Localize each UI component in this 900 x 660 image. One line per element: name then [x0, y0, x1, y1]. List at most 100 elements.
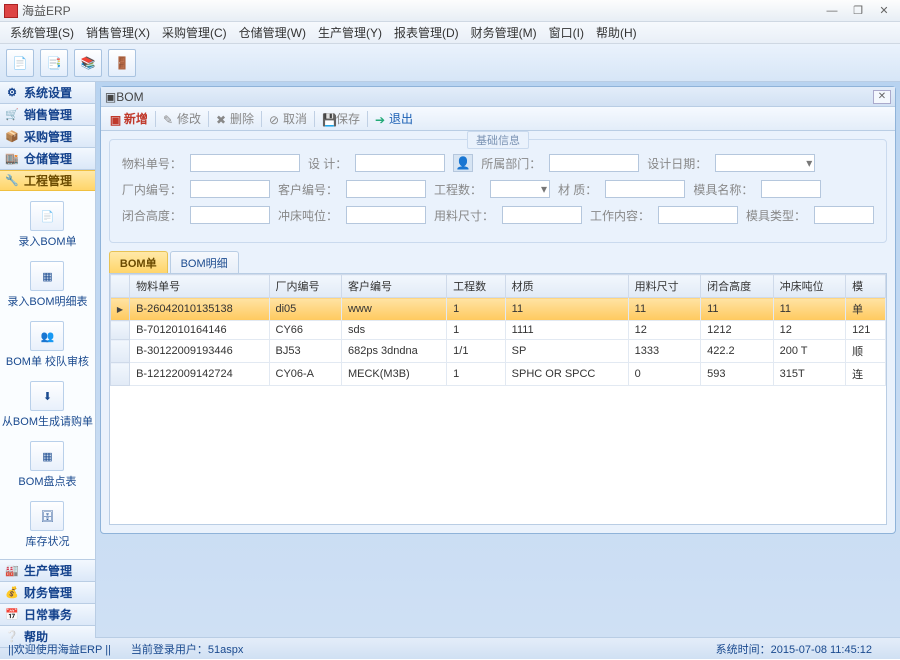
doc-icon: 📄	[13, 56, 28, 70]
input-dept[interactable]	[549, 154, 639, 172]
titlebar: 海益ERP — ❐ ✕	[0, 0, 900, 22]
input-material-no[interactable]	[190, 154, 300, 172]
sidebar-group-finance[interactable]: 💰财务管理	[0, 582, 95, 603]
input-mold-name[interactable]	[761, 180, 821, 198]
menu-window[interactable]: 窗口(I)	[543, 24, 590, 41]
status-user: 当前登录用户：51aspx	[131, 641, 243, 657]
nav-bom-to-pr[interactable]: ⬇从BOM生成请购单	[0, 375, 95, 435]
child-toolbar: ▣新增 ✎修改 ✖删除 ⊘取消 💾保存 ➔退出	[101, 107, 895, 131]
menu-purchase[interactable]: 采购管理(C)	[156, 24, 233, 41]
sidebar-group-warehouse[interactable]: 🏬仓储管理	[0, 148, 95, 169]
status-time: 系统时间：2015-07-08 11:45:12	[716, 641, 872, 657]
table-row[interactable]: B-26042010135138di05www111111111单	[110, 298, 885, 321]
app-icon	[4, 4, 18, 18]
grid-icon: ▦	[30, 261, 64, 291]
nav-stock-status[interactable]: 🗄库存状况	[0, 495, 95, 555]
main-toolbar: 📄 📑 📚 🚪	[0, 44, 900, 82]
input-close-height[interactable]	[190, 206, 270, 224]
toolbar-button-1[interactable]: 📄	[6, 49, 34, 77]
edit-icon: ✎	[163, 113, 175, 125]
person-picker-icon[interactable]: 👤	[453, 154, 473, 172]
btn-delete[interactable]: ✖删除	[213, 110, 257, 127]
menu-warehouse[interactable]: 仓储管理(W)	[233, 24, 312, 41]
menu-reports[interactable]: 报表管理(D)	[388, 24, 465, 41]
btn-new[interactable]: ▣新增	[107, 110, 151, 127]
grid-header[interactable]: 工程数	[447, 275, 505, 298]
arrow-down-icon: ⬇	[30, 381, 64, 411]
sidebar-group-system[interactable]: ⚙系统设置	[0, 82, 95, 103]
table-row[interactable]: B-7012010164146CY66sds1111112121212121	[110, 321, 885, 340]
nav-enter-bom-detail[interactable]: ▦录入BOM明细表	[0, 255, 95, 315]
sidebar: ⚙系统设置 🛒销售管理 📦采购管理 🏬仓储管理 🔧工程管理 📄录入BOM单 ▦录…	[0, 82, 96, 637]
menu-system[interactable]: 系统管理(S)	[4, 24, 80, 41]
bom-grid: 物料单号厂内编号客户编号工程数材质用料尺寸闭合高度冲床吨位模 B-2604201…	[110, 274, 886, 386]
grid-header[interactable]: 客户编号	[341, 275, 446, 298]
grid-header[interactable]: 厂内编号	[269, 275, 341, 298]
grid-wrap[interactable]: 物料单号厂内编号客户编号工程数材质用料尺寸闭合高度冲床吨位模 B-2604201…	[109, 273, 887, 525]
sidebar-group-sales[interactable]: 🛒销售管理	[0, 104, 95, 125]
menu-finance[interactable]: 财务管理(M)	[465, 24, 543, 41]
table-row[interactable]: B-30122009193446BJ53682ps 3dndna1/1SP133…	[110, 340, 885, 363]
nav-bom-review[interactable]: 👥BOM单 校队审核	[0, 315, 95, 375]
nav-enter-bom[interactable]: 📄录入BOM单	[0, 195, 95, 255]
btn-save[interactable]: 💾保存	[319, 110, 363, 127]
child-window-bom: ▣ BOM ✕ ▣新增 ✎修改 ✖删除 ⊘取消 💾保存 ➔退出 基础信息 物料单…	[100, 86, 896, 534]
toolbar-button-3[interactable]: 📚	[74, 49, 102, 77]
toolbar-button-2[interactable]: 📑	[40, 49, 68, 77]
sidebar-group-engineering[interactable]: 🔧工程管理	[0, 170, 95, 191]
grid-header[interactable]: 物料单号	[130, 275, 269, 298]
minimize-button[interactable]: —	[820, 3, 844, 19]
store-icon: 🏬	[4, 151, 20, 167]
tab-bom-detail[interactable]: BOM明细	[170, 251, 239, 273]
grid-header[interactable]: 冲床吨位	[773, 275, 845, 298]
stack-icon: 📚	[81, 56, 96, 70]
main-area: ▣ BOM ✕ ▣新增 ✎修改 ✖删除 ⊘取消 💾保存 ➔退出 基础信息 物料单…	[96, 82, 900, 637]
input-cust-no[interactable]	[346, 180, 426, 198]
form-basic-info: 基础信息 物料单号： 设 计：👤 所属部门： 设计日期：▾ 厂内编号： 客户编号…	[109, 139, 887, 243]
gear-icon: ⚙	[4, 85, 20, 101]
btn-edit[interactable]: ✎修改	[160, 110, 204, 127]
input-inner-no[interactable]	[190, 180, 270, 198]
grid-header[interactable]: 闭合高度	[701, 275, 773, 298]
close-button[interactable]: ✕	[872, 3, 896, 19]
sidebar-group-production[interactable]: 🏭生产管理	[0, 560, 95, 581]
input-press-ton[interactable]	[346, 206, 426, 224]
sidebar-group-purchase[interactable]: 📦采购管理	[0, 126, 95, 147]
form-icon: 📄	[30, 201, 64, 231]
delete-icon: ✖	[216, 113, 228, 125]
nav-bom-check[interactable]: ▦BOM盘点表	[0, 435, 95, 495]
money-icon: 💰	[4, 585, 20, 601]
input-blank-size[interactable]	[502, 206, 582, 224]
copy-icon: 📑	[47, 56, 62, 70]
cart-icon: 🛒	[4, 107, 20, 123]
table-row[interactable]: B-12122009142724CY06-AMECK(M3B)1SPHC OR …	[110, 363, 885, 386]
toolbar-button-4[interactable]: 🚪	[108, 49, 136, 77]
menu-sales[interactable]: 销售管理(X)	[80, 24, 156, 41]
child-window-title: ▣ BOM ✕	[101, 87, 895, 107]
tab-bom[interactable]: BOM单	[109, 251, 168, 273]
sidebar-group-daily[interactable]: 📅日常事务	[0, 604, 95, 625]
cancel-icon: ⊘	[269, 113, 281, 125]
grid-header[interactable]: 用料尺寸	[628, 275, 700, 298]
chevron-down-icon: ▾	[541, 182, 547, 196]
menu-production[interactable]: 生产管理(Y)	[312, 24, 388, 41]
wrench-icon: 🔧	[4, 173, 20, 189]
menu-help[interactable]: 帮助(H)	[590, 24, 643, 41]
menubar: 系统管理(S) 销售管理(X) 采购管理(C) 仓储管理(W) 生产管理(Y) …	[0, 22, 900, 44]
btn-exit[interactable]: ➔退出	[372, 110, 416, 127]
people-icon: 👥	[30, 321, 64, 351]
input-design-date[interactable]: ▾	[715, 154, 815, 172]
input-eng-count[interactable]: ▾	[490, 180, 550, 198]
input-mold-type[interactable]	[814, 206, 874, 224]
grid-header[interactable]: 材质	[505, 275, 628, 298]
input-work-content[interactable]	[658, 206, 738, 224]
box-icon: 📦	[4, 129, 20, 145]
input-material[interactable]	[605, 180, 685, 198]
maximize-button[interactable]: ❐	[846, 3, 870, 19]
input-designer[interactable]	[355, 154, 445, 172]
grid-header[interactable]: 模	[846, 275, 886, 298]
form-legend: 基础信息	[467, 131, 529, 149]
chevron-down-icon: ▾	[806, 156, 812, 170]
child-close-button[interactable]: ✕	[873, 90, 891, 104]
btn-cancel[interactable]: ⊘取消	[266, 110, 310, 127]
